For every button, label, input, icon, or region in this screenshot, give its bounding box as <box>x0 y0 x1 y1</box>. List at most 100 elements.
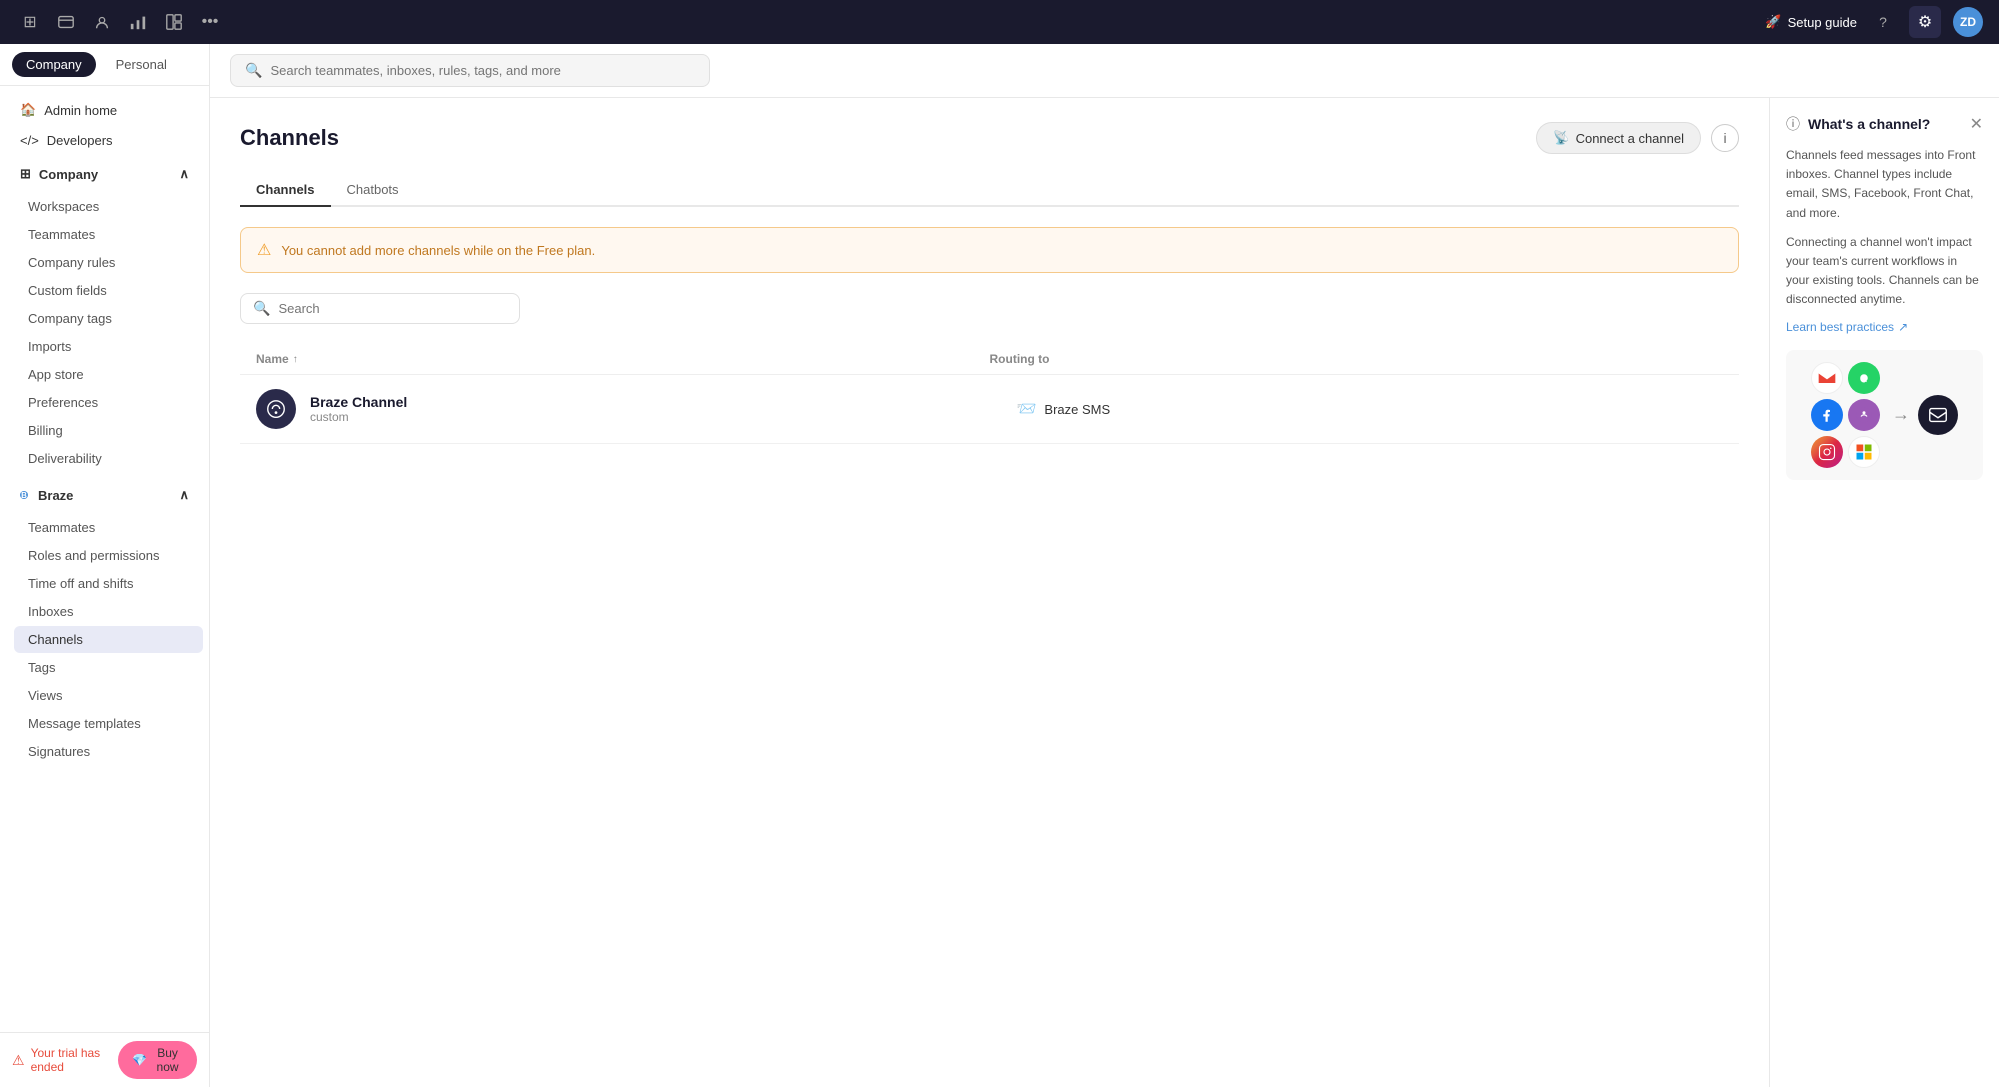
table-row[interactable]: Braze Channel custom 📨 Braze SMS <box>240 375 1739 444</box>
content-area: 🔍 Channels 📡 Connect a channel i <box>210 44 1999 1087</box>
sidebar-item-braze-teammates[interactable]: Teammates <box>14 514 203 541</box>
tabs-row: Channels Chatbots <box>240 174 1739 207</box>
sidebar-item-roles-permissions[interactable]: Roles and permissions <box>14 542 203 569</box>
channel-search-wrap[interactable]: 🔍 <box>240 293 520 324</box>
learn-best-practices-link[interactable]: Learn best practices ↗ <box>1786 320 1983 334</box>
sidebar-item-company-rules[interactable]: Company rules <box>14 249 203 276</box>
chart-icon[interactable] <box>124 8 152 36</box>
channel-illustration: → <box>1786 350 1983 480</box>
sidebar-item-company-tags[interactable]: Company tags <box>14 305 203 332</box>
page-title: Channels <box>240 125 339 151</box>
close-panel-button[interactable]: ✕ <box>1970 114 1983 134</box>
code-icon: </> <box>20 133 39 148</box>
microsoft-icon <box>1848 436 1880 468</box>
inbox-icon[interactable] <box>52 8 80 36</box>
contacts-icon[interactable] <box>88 8 116 36</box>
sidebar-item-inboxes[interactable]: Inboxes <box>14 598 203 625</box>
warning-banner: ⚠ You cannot add more channels while on … <box>240 227 1739 273</box>
info-panel-text2: Connecting a channel won't impact your t… <box>1786 233 1983 310</box>
table-header: Name ↑ Routing to <box>240 344 1739 375</box>
sidebar-item-developers[interactable]: </> Developers <box>6 126 203 155</box>
sidebar-item-app-store[interactable]: App store <box>14 361 203 388</box>
rocket-icon: 🚀 <box>1765 14 1781 30</box>
main-layout: Company Personal 🏠 Admin home </> Develo… <box>0 44 1999 1087</box>
buy-now-button[interactable]: 💎 Buy now <box>118 1041 197 1079</box>
page-header-actions: 📡 Connect a channel i <box>1536 122 1739 154</box>
warning-message: You cannot add more channels while on th… <box>281 243 595 258</box>
gear-icon[interactable]: ⚙ <box>1909 6 1941 38</box>
help-icon[interactable]: ? <box>1869 8 1897 36</box>
avatar[interactable]: ZD <box>1953 7 1983 37</box>
front-inbox-icon <box>1918 395 1958 435</box>
sidebar-item-message-templates[interactable]: Message templates <box>14 710 203 737</box>
wifi-icon: 📡 <box>1553 130 1569 146</box>
whatsapp-icon <box>1848 362 1880 394</box>
sidebar-item-imports[interactable]: Imports <box>14 333 203 360</box>
sidebar: Company Personal 🏠 Admin home </> Develo… <box>0 44 210 1087</box>
sidebar-braze-section[interactable]: B Braze ∧ <box>6 480 203 510</box>
content-body: Channels 📡 Connect a channel i Channels … <box>210 98 1999 1087</box>
braze-indicator: B <box>20 491 28 499</box>
home-icon: 🏠 <box>20 102 36 118</box>
search-wrap[interactable]: 🔍 <box>230 54 710 87</box>
missions-icon <box>1848 399 1880 431</box>
sidebar-tabs: Company Personal <box>0 44 209 86</box>
sidebar-item-channels[interactable]: Channels <box>14 626 203 653</box>
topbar-left: ⊞ ••• <box>16 8 224 36</box>
company-sub-items: Workspaces Teammates Company rules Custo… <box>0 193 209 472</box>
topbar-right: 🚀 Setup guide ? ⚙ ZD <box>1765 6 1983 38</box>
info-panel-title-wrap: ⓘ What's a channel? <box>1786 114 1930 134</box>
channel-type: custom <box>310 410 1017 424</box>
info-icon[interactable]: i <box>1711 124 1739 152</box>
search-icon: 🔍 <box>245 62 262 79</box>
col-name-header: Name ↑ <box>256 352 990 366</box>
gmail-icon <box>1811 362 1843 394</box>
tab-channels[interactable]: Channels <box>240 174 331 207</box>
col-routing-header: Routing to <box>990 352 1724 366</box>
more-icon[interactable]: ••• <box>196 8 224 36</box>
topbar: ⊞ ••• 🚀 Setup guide ? ⚙ ZD <box>0 0 1999 44</box>
search-bar-area: 🔍 <box>210 44 1999 98</box>
sidebar-item-billing[interactable]: Billing <box>14 417 203 444</box>
page-header: Channels 📡 Connect a channel i <box>240 122 1739 154</box>
tab-personal[interactable]: Personal <box>102 52 181 77</box>
channel-icon <box>256 389 296 429</box>
sidebar-item-views[interactable]: Views <box>14 682 203 709</box>
sidebar-item-preferences[interactable]: Preferences <box>14 389 203 416</box>
connect-channel-button[interactable]: 📡 Connect a channel <box>1536 122 1701 154</box>
facebook-icon <box>1811 399 1843 431</box>
search-input[interactable] <box>270 63 695 78</box>
channel-search-icon: 🔍 <box>253 300 270 317</box>
sidebar-item-admin-home[interactable]: 🏠 Admin home <box>6 95 203 125</box>
sidebar-company-section[interactable]: ⊞ Company ∧ <box>6 159 203 189</box>
info-panel-header: ⓘ What's a channel? ✕ <box>1786 114 1983 134</box>
channel-info: Braze Channel custom <box>310 394 1017 424</box>
sidebar-item-signatures[interactable]: Signatures <box>14 738 203 765</box>
info-panel-title: What's a channel? <box>1808 116 1930 132</box>
page-main: Channels 📡 Connect a channel i Channels … <box>210 98 1769 1087</box>
bottom-bar: ⚠ Your trial has ended 💎 Buy now <box>0 1032 209 1087</box>
routing-name: Braze SMS <box>1044 402 1110 417</box>
sidebar-item-workspaces[interactable]: Workspaces <box>14 193 203 220</box>
info-panel-icon: ⓘ <box>1786 114 1800 134</box>
grid-icon[interactable]: ⊞ <box>16 8 44 36</box>
sort-icon: ↑ <box>293 354 298 365</box>
company-icon: ⊞ <box>20 166 31 182</box>
trial-text: Your trial has ended <box>31 1046 109 1074</box>
diamond-icon: 💎 <box>132 1053 147 1067</box>
layout-icon[interactable] <box>160 8 188 36</box>
info-panel: ⓘ What's a channel? ✕ Channels feed mess… <box>1769 98 1999 1087</box>
sidebar-item-teammates[interactable]: Teammates <box>14 221 203 248</box>
sidebar-item-tags[interactable]: Tags <box>14 654 203 681</box>
external-link-icon: ↗ <box>1898 320 1908 334</box>
warning-icon: ⚠ <box>12 1052 25 1069</box>
channel-search-input[interactable] <box>278 301 507 316</box>
sidebar-item-custom-fields[interactable]: Custom fields <box>14 277 203 304</box>
routing-cell: 📨 Braze SMS <box>1017 399 1724 419</box>
sidebar-item-deliverability[interactable]: Deliverability <box>14 445 203 472</box>
tab-company[interactable]: Company <box>12 52 96 77</box>
trial-badge: ⚠ Your trial has ended <box>12 1046 108 1074</box>
setup-guide-button[interactable]: 🚀 Setup guide <box>1765 14 1857 30</box>
tab-chatbots[interactable]: Chatbots <box>331 174 415 207</box>
sidebar-item-time-off-shifts[interactable]: Time off and shifts <box>14 570 203 597</box>
